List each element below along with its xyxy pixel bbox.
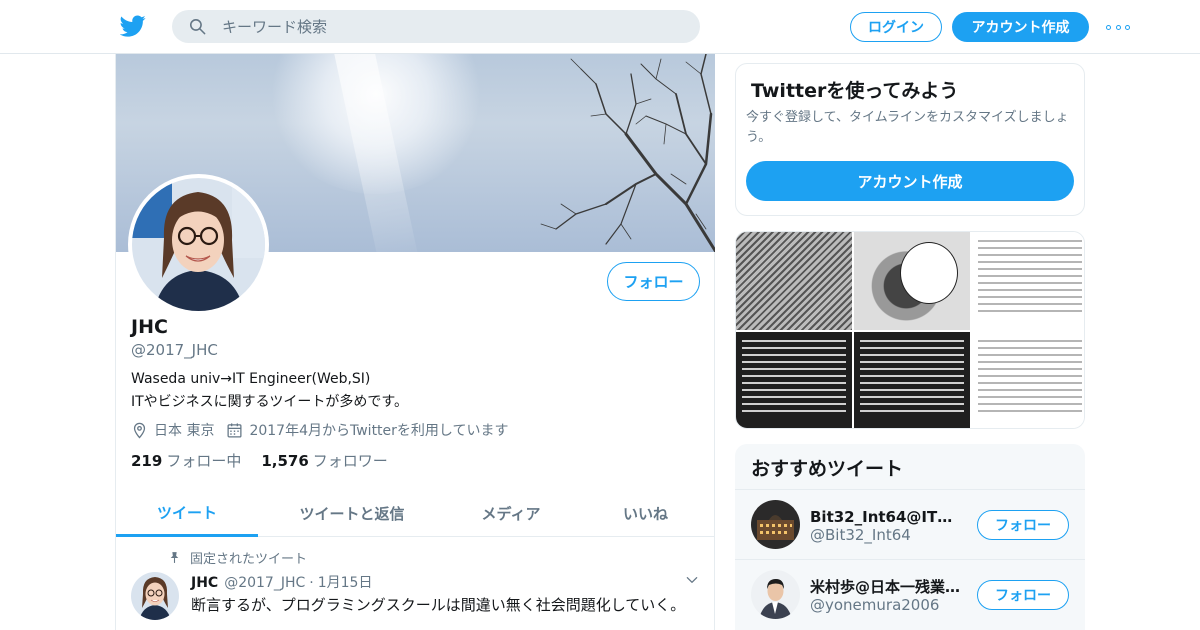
- following-count: 219: [131, 452, 162, 470]
- dot: [1106, 25, 1111, 30]
- signup-prompt-button[interactable]: アカウント作成: [746, 161, 1074, 201]
- login-button[interactable]: ログイン: [850, 12, 942, 42]
- tweet-author-avatar[interactable]: [131, 572, 179, 620]
- recommended-user-name: Bit32_Int64@ITエンジニア: [810, 506, 965, 527]
- pinned-label: 固定されたツイート: [190, 548, 307, 567]
- follow-button[interactable]: フォロー: [977, 510, 1069, 540]
- pinned-tweet-label: 固定されたツイート: [168, 548, 307, 567]
- profile-avatar[interactable]: [128, 174, 269, 315]
- signup-prompt-description: 今すぐ登録して、タイムラインをカスタマイズしましょう。: [746, 108, 1078, 148]
- recommended-user-name: 米村歩@日本一残業しないエンジニア: [810, 576, 965, 597]
- followers-link[interactable]: 1,576 フォロワー: [261, 450, 387, 471]
- recommended-user-avatar: [751, 570, 800, 619]
- profile-counts: 219フォロー中 1,576 フォロワー: [131, 450, 388, 471]
- dot: [1116, 25, 1121, 30]
- tab-tweets[interactable]: ツイート: [116, 490, 258, 537]
- follow-button[interactable]: フォロー: [977, 580, 1069, 610]
- text-lines: [978, 240, 1082, 324]
- profile-tabs: ツイート ツイートと返信 メディア いいね: [116, 490, 715, 537]
- tweet-date[interactable]: 1月15日: [318, 572, 373, 592]
- profile-bio-line-2: ITやビジネスに関するツイートが多めです。: [131, 391, 408, 411]
- media-thumbnail[interactable]: [972, 332, 1085, 429]
- recommended-title: おすすめツイート: [751, 454, 903, 481]
- tweet-author-handle[interactable]: @2017_JHC: [224, 575, 305, 591]
- text-lines: [978, 340, 1082, 424]
- banner-tree-branches: [536, 54, 715, 252]
- search-box[interactable]: [172, 10, 700, 43]
- media-thumbnail[interactable]: [972, 232, 1085, 330]
- recommended-user-handle: @yonemura2006: [810, 596, 939, 614]
- search-icon: [188, 17, 207, 36]
- dot: [1125, 25, 1130, 30]
- media-thumbnail[interactable]: [736, 332, 852, 429]
- profile-handle: @2017_JHC: [131, 341, 218, 359]
- signup-prompt-card: Twitterを使ってみよう 今すぐ登録して、タイムラインをカスタマイズしましょ…: [735, 63, 1085, 216]
- recommended-user-handle: @Bit32_Int64: [810, 526, 911, 544]
- profile-joined-date: 2017年4月からTwitterを利用しています: [249, 420, 508, 440]
- twitter-bird-icon[interactable]: [120, 13, 146, 39]
- following-label: フォロー中: [166, 452, 241, 470]
- tweet-author-name[interactable]: JHC: [191, 575, 218, 591]
- follow-button[interactable]: フォロー: [607, 262, 700, 301]
- tab-media[interactable]: メディア: [446, 490, 576, 537]
- search-input[interactable]: [222, 10, 682, 43]
- text-lines: [860, 340, 964, 424]
- tweet-separator: ·: [309, 575, 313, 591]
- media-thumbnail[interactable]: [736, 232, 852, 330]
- tweet-text: 断言するが、プログラミングスクールは間違い無く社会問題化していく。: [191, 594, 685, 615]
- media-gallery: [735, 231, 1085, 429]
- text-lines: [742, 340, 846, 424]
- profile-name: JHC: [131, 316, 168, 338]
- signup-prompt-title: Twitterを使ってみよう: [751, 76, 958, 103]
- recommended-user-row[interactable]: Bit32_Int64@ITエンジニア @Bit32_Int64 フォロー: [735, 489, 1085, 559]
- tab-likes[interactable]: いいね: [576, 490, 715, 537]
- top-navigation-bar: ログイン アカウント作成: [0, 0, 1200, 54]
- location-pin-icon: [131, 422, 148, 439]
- profile-column: フォロー JHC @2017_JHC Waseda univ→IT Engine…: [115, 54, 715, 630]
- profile-location: 日本 東京: [154, 420, 214, 440]
- chevron-down-icon[interactable]: [685, 573, 699, 587]
- speech-bubble: [900, 242, 958, 304]
- media-thumbnail[interactable]: [854, 232, 970, 330]
- more-dots-icon[interactable]: [1106, 17, 1130, 37]
- tab-tweets-and-replies[interactable]: ツイートと返信: [258, 490, 446, 537]
- profile-meta: 日本 東京 2017年4月からTwitterを利用しています: [131, 420, 509, 440]
- recommended-user-avatar: [751, 500, 800, 549]
- avatar-image: [132, 178, 265, 311]
- profile-bio-line-1: Waseda univ→IT Engineer(Web,SI): [131, 371, 370, 387]
- signup-button[interactable]: アカウント作成: [952, 12, 1089, 42]
- followers-label: フォロワー: [313, 452, 388, 470]
- media-thumbnail[interactable]: [854, 332, 970, 429]
- followers-count: 1,576: [261, 452, 308, 470]
- tweet-header: JHC @2017_JHC · 1月15日: [191, 572, 372, 592]
- calendar-icon: [226, 422, 243, 439]
- pin-icon: [168, 551, 181, 564]
- following-link[interactable]: 219フォロー中: [131, 450, 241, 471]
- recommended-user-row[interactable]: 米村歩@日本一残業しないエンジニア @yonemura2006 フォロー: [735, 559, 1085, 629]
- recommended-tweets-card: おすすめツイート Bit32_Int64@ITエンジニア @Bit32_Int6…: [735, 444, 1085, 630]
